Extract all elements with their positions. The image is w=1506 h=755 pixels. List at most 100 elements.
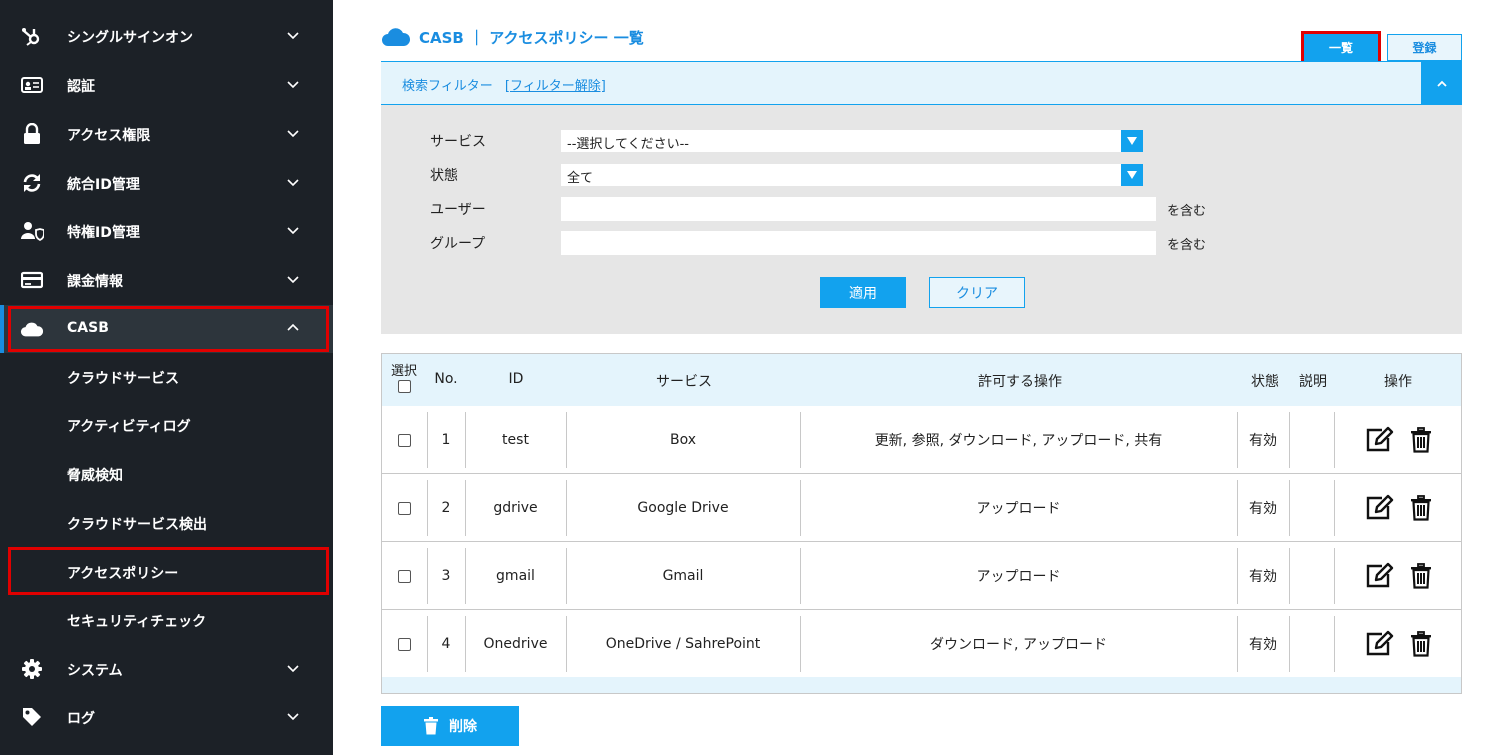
trash-icon[interactable] bbox=[1410, 631, 1432, 657]
chevron-down-icon bbox=[287, 81, 299, 89]
tab-register-button[interactable]: 登録 bbox=[1387, 34, 1462, 61]
row-operations: アップロード bbox=[976, 569, 1061, 585]
status-label: 状態 bbox=[430, 168, 458, 184]
row-operations: アップロード bbox=[976, 501, 1061, 517]
select-all-checkbox[interactable] bbox=[398, 380, 411, 393]
sub-label: アクティビティログ bbox=[67, 419, 191, 435]
row-description bbox=[1289, 474, 1334, 542]
column-divider bbox=[427, 548, 428, 604]
row-no: 4 bbox=[441, 636, 451, 652]
hubspot-icon bbox=[20, 24, 44, 48]
table-header: 選択 No. ID サービス 許可する操作 状態 説明 操作 bbox=[382, 354, 1461, 406]
user-input[interactable] bbox=[561, 197, 1156, 221]
actions-header: 操作 bbox=[1384, 374, 1412, 390]
clear-button[interactable]: クリア bbox=[929, 277, 1025, 308]
nav-authentication[interactable]: 認証 bbox=[0, 61, 333, 109]
user-shield-icon bbox=[20, 219, 44, 243]
nav-label: 統合ID管理 bbox=[67, 177, 140, 193]
sub-access-policy[interactable]: アクセスポリシー bbox=[0, 548, 333, 596]
row-status: 有効 bbox=[1249, 569, 1277, 585]
column-divider bbox=[1289, 480, 1290, 536]
nav-billing[interactable]: 課金情報 bbox=[0, 256, 333, 304]
chevron-up-icon bbox=[287, 323, 299, 331]
row-checkbox[interactable] bbox=[398, 569, 411, 583]
nav-casb[interactable]: CASB bbox=[0, 305, 333, 353]
row-service: Box bbox=[669, 432, 697, 448]
sub-label: 脅威検知 bbox=[67, 468, 123, 484]
nav-privileged-id[interactable]: 特権ID管理 bbox=[0, 207, 333, 255]
edit-icon[interactable] bbox=[1364, 630, 1394, 658]
filter-clear-link[interactable]: [フィルター解除] bbox=[505, 79, 606, 94]
user-contains-suffix: を含む bbox=[1167, 204, 1207, 219]
row-checkbox[interactable] bbox=[398, 501, 411, 515]
row-description bbox=[1289, 610, 1334, 678]
nav-label: システム bbox=[67, 663, 123, 679]
sub-security-check[interactable]: セキュリティチェック bbox=[0, 596, 333, 644]
sub-cloud-services[interactable]: クラウドサービス bbox=[0, 353, 333, 401]
column-divider bbox=[800, 480, 801, 536]
column-divider bbox=[1334, 480, 1335, 536]
row-description bbox=[1289, 406, 1334, 474]
table-row: 1 test Box 更新, 参照, ダウンロード, アップロード, 共有 有効 bbox=[382, 406, 1461, 474]
user-label: ユーザー bbox=[430, 202, 486, 218]
column-divider bbox=[566, 480, 567, 536]
page-title-text: CASB ｜ アクセスポリシー 一覧 bbox=[419, 28, 644, 47]
nav-label: 認証 bbox=[67, 79, 95, 95]
column-divider bbox=[1237, 548, 1238, 604]
chevron-up-icon bbox=[1436, 80, 1447, 87]
row-checkbox[interactable] bbox=[398, 637, 411, 651]
id-card-icon bbox=[20, 73, 44, 97]
column-divider bbox=[800, 412, 801, 468]
edit-icon[interactable] bbox=[1364, 562, 1394, 590]
nav-label: ログ bbox=[67, 711, 95, 727]
row-id: gdrive bbox=[493, 500, 538, 516]
filter-panel: サービス --選択してください-- 状態 全て ユーザー を含む グループ を含… bbox=[381, 105, 1462, 334]
edit-icon[interactable] bbox=[1364, 494, 1394, 522]
nav-access-rights[interactable]: アクセス権限 bbox=[0, 110, 333, 158]
nav-label: CASB bbox=[67, 320, 109, 336]
filter-collapse-button[interactable] bbox=[1421, 61, 1462, 106]
row-service: OneDrive / SahrePoint bbox=[605, 636, 761, 652]
service-label: サービス bbox=[430, 134, 486, 150]
trash-icon[interactable] bbox=[1410, 427, 1432, 453]
column-divider bbox=[1334, 548, 1335, 604]
group-contains-suffix: を含む bbox=[1167, 238, 1207, 253]
delete-button[interactable]: 削除 bbox=[381, 706, 519, 746]
column-divider bbox=[427, 480, 428, 536]
row-operations: ダウンロード, アップロード bbox=[930, 637, 1107, 653]
row-select-cell bbox=[382, 474, 427, 542]
apply-button[interactable]: 適用 bbox=[820, 277, 906, 308]
edit-icon[interactable] bbox=[1364, 426, 1394, 454]
nav-system[interactable]: システム bbox=[0, 645, 333, 693]
row-status: 有効 bbox=[1249, 637, 1277, 653]
sub-activity-log[interactable]: アクティビティログ bbox=[0, 401, 333, 449]
trash-icon[interactable] bbox=[1410, 563, 1432, 589]
nav-single-sign-on[interactable]: シングルサインオン bbox=[0, 12, 333, 60]
column-divider bbox=[1237, 412, 1238, 468]
trash-icon[interactable] bbox=[1410, 495, 1432, 521]
tag-icon bbox=[20, 705, 44, 729]
service-header: サービス bbox=[656, 374, 712, 390]
column-divider bbox=[800, 616, 801, 672]
row-operations: 更新, 参照, ダウンロード, アップロード, 共有 bbox=[874, 433, 1163, 449]
nav-integrated-id[interactable]: 統合ID管理 bbox=[0, 159, 333, 207]
sub-cloud-service-discovery[interactable]: クラウドサービス検出 bbox=[0, 499, 333, 547]
group-input[interactable] bbox=[561, 231, 1156, 255]
select-header-label: 選択 bbox=[391, 364, 418, 379]
dropdown-arrow-icon bbox=[1121, 164, 1143, 186]
nav-log[interactable]: ログ bbox=[0, 693, 333, 741]
sub-label: アクセスポリシー bbox=[67, 566, 179, 582]
dropdown-arrow-icon bbox=[1121, 130, 1143, 152]
sub-label: セキュリティチェック bbox=[67, 614, 207, 630]
column-divider bbox=[465, 412, 466, 468]
column-divider bbox=[465, 548, 466, 604]
column-divider bbox=[465, 480, 466, 536]
row-actions bbox=[1334, 610, 1461, 678]
status-select[interactable]: 全て bbox=[561, 164, 1143, 186]
row-checkbox[interactable] bbox=[398, 433, 411, 447]
row-id: gmail bbox=[496, 568, 535, 584]
sub-threat-detection[interactable]: 脅威検知 bbox=[0, 450, 333, 498]
delete-button-label: 削除 bbox=[449, 719, 477, 735]
credit-card-icon bbox=[20, 268, 44, 292]
service-select[interactable]: --選択してください-- bbox=[561, 130, 1143, 152]
